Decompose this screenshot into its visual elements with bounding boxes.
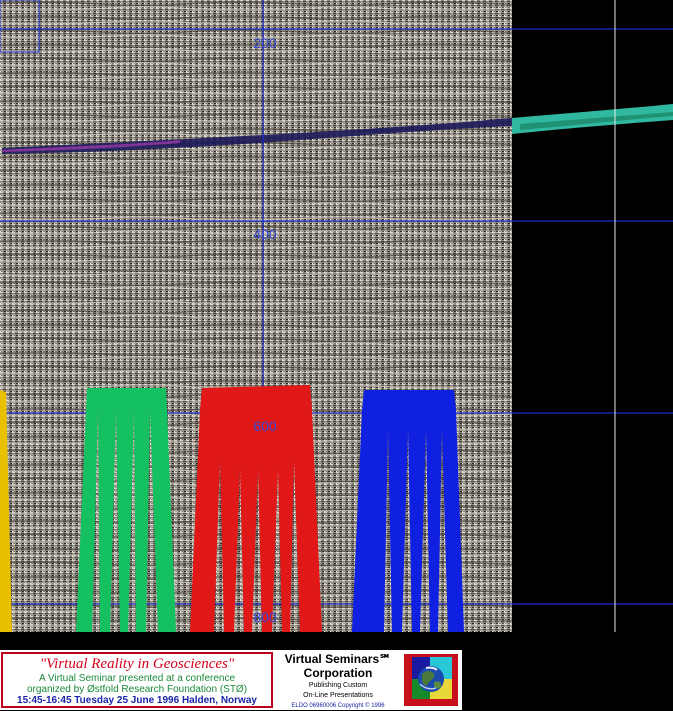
depth-label-200: 200 xyxy=(253,35,277,51)
seminar-title: "Virtual Reality in Geosciences" xyxy=(39,656,235,672)
copyright: ELDO 06960006 Copyright © 1996 xyxy=(291,703,385,709)
corporation-text: Virtual Seminars℠ Corporation Publishing… xyxy=(276,652,400,710)
corporation-panel: Virtual Seminars℠ Corporation Publishing… xyxy=(276,652,460,710)
depth-label-800: 800 xyxy=(253,609,277,625)
seminar-line-2: organized by Østfold Research Foundation… xyxy=(26,684,248,695)
corporation-name-2: Corporation xyxy=(303,666,373,680)
corporation-name-1: Virtual Seminars℠ xyxy=(284,652,392,666)
seminar-datetime: 15:45-16:45 Tuesday 25 June 1996 Halden,… xyxy=(17,695,257,706)
tagline-1: Publishing Custom xyxy=(308,682,368,689)
seismic-3d-view xyxy=(0,0,673,632)
corporation-logo xyxy=(404,654,458,706)
well-green xyxy=(76,388,176,632)
seminar-info: "Virtual Reality in Geosciences" A Virtu… xyxy=(1,652,273,708)
seminar-line-1: A Virtual Seminar presented at a confere… xyxy=(38,673,236,684)
depth-label-600: 600 xyxy=(253,418,277,434)
earth-globe-icon xyxy=(404,654,458,706)
tagline-2: On-Line Presentations xyxy=(303,692,373,699)
depth-label-400: 400 xyxy=(253,226,277,242)
